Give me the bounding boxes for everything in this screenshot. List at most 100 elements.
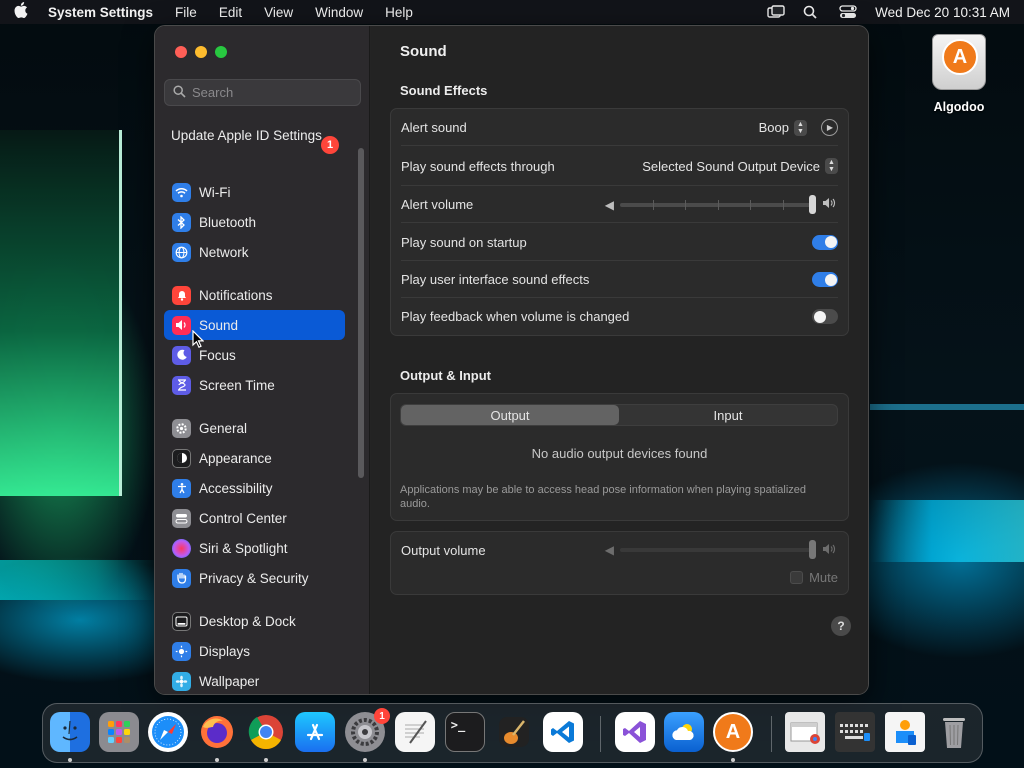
sidebar-item-siri-spotlight[interactable]: Siri & Spotlight bbox=[164, 533, 345, 563]
play-alert-button[interactable]: ▶ bbox=[821, 119, 838, 136]
chevron-up-down-icon: ▲ ▼ bbox=[794, 119, 807, 136]
visual-studio-icon[interactable] bbox=[615, 712, 655, 752]
sidebar-item-label: Focus bbox=[199, 347, 236, 363]
output-volume-slider[interactable]: ◀ bbox=[604, 540, 838, 559]
search-input[interactable] bbox=[192, 85, 352, 100]
minimize-button[interactable] bbox=[195, 46, 207, 58]
output-volume-label: Output volume bbox=[401, 542, 486, 558]
control-center-icon[interactable] bbox=[839, 5, 857, 19]
mute-checkbox[interactable] bbox=[790, 571, 804, 584]
output-volume-group: Output volume ◀ Mute bbox=[390, 531, 849, 595]
algodoo-logo-icon: A bbox=[942, 39, 978, 75]
sidebar-item-label: Network bbox=[199, 244, 249, 260]
sidebar-item-bluetooth[interactable]: Bluetooth bbox=[164, 207, 345, 237]
running-indicator bbox=[731, 758, 735, 762]
slider-track[interactable] bbox=[620, 194, 816, 214]
gear-icon bbox=[172, 418, 191, 438]
menu-window[interactable]: Window bbox=[315, 5, 363, 20]
sidebar-item-general[interactable]: General bbox=[164, 413, 345, 443]
chrome-icon[interactable] bbox=[246, 712, 286, 752]
sidebar-item-label: Desktop & Dock bbox=[199, 613, 296, 629]
safari-icon[interactable] bbox=[148, 712, 188, 752]
wallpaper-icon bbox=[172, 671, 191, 691]
menu-edit[interactable]: Edit bbox=[219, 5, 242, 20]
downloads-stack-icon[interactable] bbox=[785, 712, 825, 752]
alert-sound-value: Boop bbox=[758, 120, 789, 135]
output-input-segmented-control: Output Input bbox=[400, 404, 838, 426]
alert-sound-row: Alert sound Boop ▲ ▼ ▶ bbox=[391, 109, 848, 146]
wallpaper-glow-strip bbox=[870, 500, 1024, 562]
speaker-low-icon: ◀ bbox=[604, 197, 614, 212]
sidebar-item-accessibility[interactable]: Accessibility bbox=[164, 473, 345, 503]
vscode-icon[interactable] bbox=[543, 712, 583, 752]
volume-feedback-toggle[interactable] bbox=[812, 309, 838, 324]
sidebar-item-control-center[interactable]: Control Center bbox=[164, 503, 345, 533]
documents-stack-icon[interactable] bbox=[885, 712, 925, 752]
slider-track[interactable] bbox=[620, 540, 816, 559]
spotlight-search-icon[interactable] bbox=[803, 5, 821, 19]
menu-app-name[interactable]: System Settings bbox=[48, 5, 153, 20]
slider-knob[interactable] bbox=[809, 194, 816, 214]
finder-icon[interactable] bbox=[50, 712, 90, 752]
menu-view[interactable]: View bbox=[264, 5, 293, 20]
keyboard-viewer-icon[interactable] bbox=[835, 712, 875, 752]
accessibility-icon bbox=[172, 478, 191, 498]
algodoo-icon[interactable]: A bbox=[713, 712, 753, 752]
control-center-icon bbox=[172, 508, 191, 528]
search-field[interactable] bbox=[164, 79, 361, 106]
dock: 1 >_ A bbox=[42, 703, 983, 763]
ui-sounds-toggle[interactable] bbox=[812, 272, 838, 287]
sidebar-item-appearance[interactable]: Appearance bbox=[164, 443, 345, 473]
sidebar-item-label: Screen Time bbox=[199, 377, 275, 393]
sidebar-item-screen-time[interactable]: Screen Time bbox=[164, 370, 345, 400]
system-settings-window: Update Apple ID Settings 1 Wi-Fi Bluetoo… bbox=[154, 25, 869, 695]
speaker-low-icon: ◀ bbox=[604, 543, 614, 557]
terminal-icon[interactable]: >_ bbox=[445, 712, 485, 752]
hourglass-icon bbox=[172, 375, 191, 395]
output-through-label: Play sound effects through bbox=[401, 158, 555, 174]
menu-help[interactable]: Help bbox=[385, 5, 413, 20]
launchpad-icon[interactable] bbox=[99, 712, 139, 752]
sidebar-item-displays[interactable]: Displays bbox=[164, 636, 345, 666]
sidebar: Update Apple ID Settings 1 Wi-Fi Bluetoo… bbox=[155, 26, 370, 694]
close-button[interactable] bbox=[175, 46, 187, 58]
firefox-icon[interactable] bbox=[197, 712, 237, 752]
output-device-popup[interactable]: Selected Sound Output Device ▲ ▼ bbox=[642, 158, 838, 174]
menu-clock[interactable]: Wed Dec 20 10:31 AM bbox=[875, 5, 1010, 20]
sidebar-scrollbar[interactable] bbox=[358, 148, 364, 478]
ui-sounds-row: Play user interface sound effects bbox=[391, 261, 848, 298]
desktop-icon-algodoo[interactable]: A Algodoo bbox=[922, 34, 996, 114]
garageband-icon[interactable] bbox=[494, 712, 534, 752]
sidebar-item-notifications[interactable]: Notifications bbox=[164, 280, 345, 310]
zoom-button[interactable] bbox=[215, 46, 227, 58]
sidebar-item-wifi[interactable]: Wi-Fi bbox=[164, 177, 345, 207]
notification-badge: 1 bbox=[321, 136, 339, 154]
speaker-high-icon bbox=[822, 197, 838, 212]
tab-input[interactable]: Input bbox=[619, 405, 837, 425]
alert-sound-popup[interactable]: Boop ▲ ▼ bbox=[758, 119, 807, 136]
settings-badge: 1 bbox=[374, 708, 390, 724]
window-controls bbox=[175, 46, 227, 58]
sidebar-item-label: Bluetooth bbox=[199, 214, 257, 230]
globe-icon bbox=[172, 242, 191, 262]
textedit-icon[interactable] bbox=[395, 712, 435, 752]
app-store-icon[interactable] bbox=[295, 712, 335, 752]
startup-sound-toggle[interactable] bbox=[812, 234, 838, 250]
slider-tick bbox=[718, 199, 719, 210]
slider-knob[interactable] bbox=[809, 540, 816, 559]
weather-icon[interactable] bbox=[664, 712, 704, 752]
sidebar-item-privacy-security[interactable]: Privacy & Security bbox=[164, 563, 345, 593]
sidebar-item-wallpaper[interactable]: Wallpaper bbox=[164, 666, 345, 694]
sidebar-item-desktop-dock[interactable]: Desktop & Dock bbox=[164, 606, 345, 636]
slider-tick bbox=[783, 199, 784, 210]
menu-file[interactable]: File bbox=[175, 5, 197, 20]
output-volume-row: Output volume ◀ bbox=[391, 532, 848, 568]
apple-menu-icon[interactable] bbox=[14, 2, 32, 22]
alert-volume-slider[interactable]: ◀ bbox=[604, 194, 838, 214]
screen-mirroring-icon[interactable] bbox=[767, 5, 785, 19]
slider-tick bbox=[653, 199, 654, 210]
trash-icon[interactable] bbox=[934, 712, 974, 752]
help-button[interactable]: ? bbox=[831, 616, 851, 636]
sidebar-item-network[interactable]: Network bbox=[164, 237, 345, 267]
tab-output[interactable]: Output bbox=[401, 405, 619, 425]
